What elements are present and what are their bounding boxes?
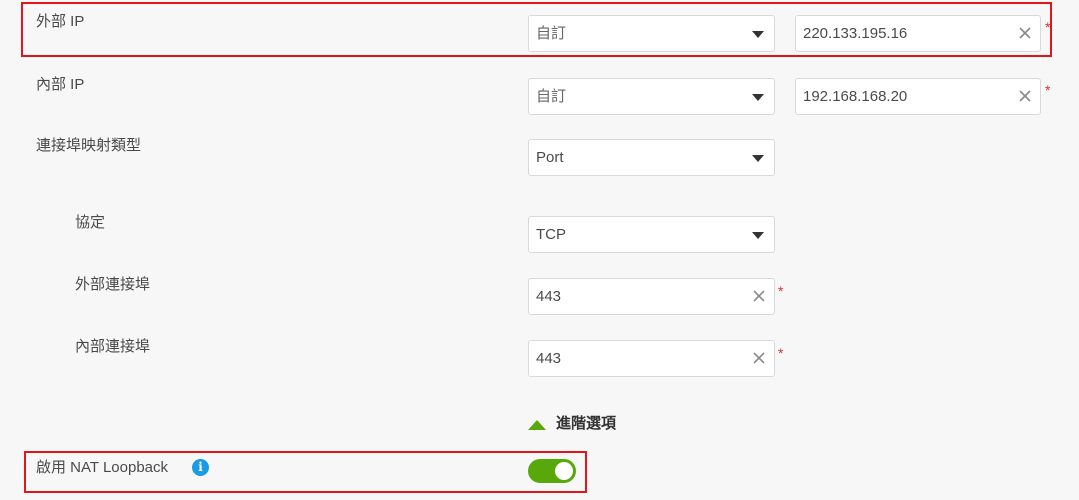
clear-icon[interactable] bbox=[752, 289, 766, 303]
external-port-input[interactable]: 443 bbox=[528, 278, 775, 315]
internal-ip-mode-select[interactable]: 自訂 bbox=[528, 78, 775, 115]
protocol-select[interactable]: TCP bbox=[528, 216, 775, 253]
required-marker: * bbox=[778, 283, 784, 299]
port-mapping-type-label: 連接埠映射類型 bbox=[36, 137, 142, 154]
internal-ip-value: 192.168.168.20 bbox=[803, 88, 908, 105]
required-marker: * bbox=[1045, 82, 1051, 98]
advanced-options-label: 進階選項 bbox=[556, 415, 617, 432]
protocol-label: 協定 bbox=[75, 214, 106, 231]
triangle-up-icon bbox=[528, 420, 546, 430]
internal-port-input[interactable]: 443 bbox=[528, 340, 775, 377]
internal-port-value: 443 bbox=[536, 350, 562, 367]
required-marker: * bbox=[778, 345, 784, 361]
port-mapping-type-select[interactable]: Port bbox=[528, 139, 775, 176]
internal-ip-label: 內部 IP bbox=[36, 76, 85, 93]
clear-icon[interactable] bbox=[752, 351, 766, 365]
chevron-down-icon bbox=[752, 155, 764, 162]
internal-ip-input[interactable]: 192.168.168.20 bbox=[795, 78, 1041, 115]
clear-icon[interactable] bbox=[1018, 89, 1032, 103]
chevron-down-icon bbox=[752, 94, 764, 101]
port-mapping-type-value: Port bbox=[536, 149, 564, 166]
external-port-label: 外部連接埠 bbox=[75, 276, 151, 293]
chevron-down-icon bbox=[752, 232, 764, 239]
highlight-box-nat-loopback bbox=[24, 451, 587, 493]
highlight-box-external-ip bbox=[21, 2, 1052, 57]
protocol-value: TCP bbox=[536, 226, 566, 243]
internal-ip-mode-value: 自訂 bbox=[536, 88, 567, 105]
external-port-value: 443 bbox=[536, 288, 562, 305]
internal-port-label: 內部連接埠 bbox=[75, 338, 151, 355]
